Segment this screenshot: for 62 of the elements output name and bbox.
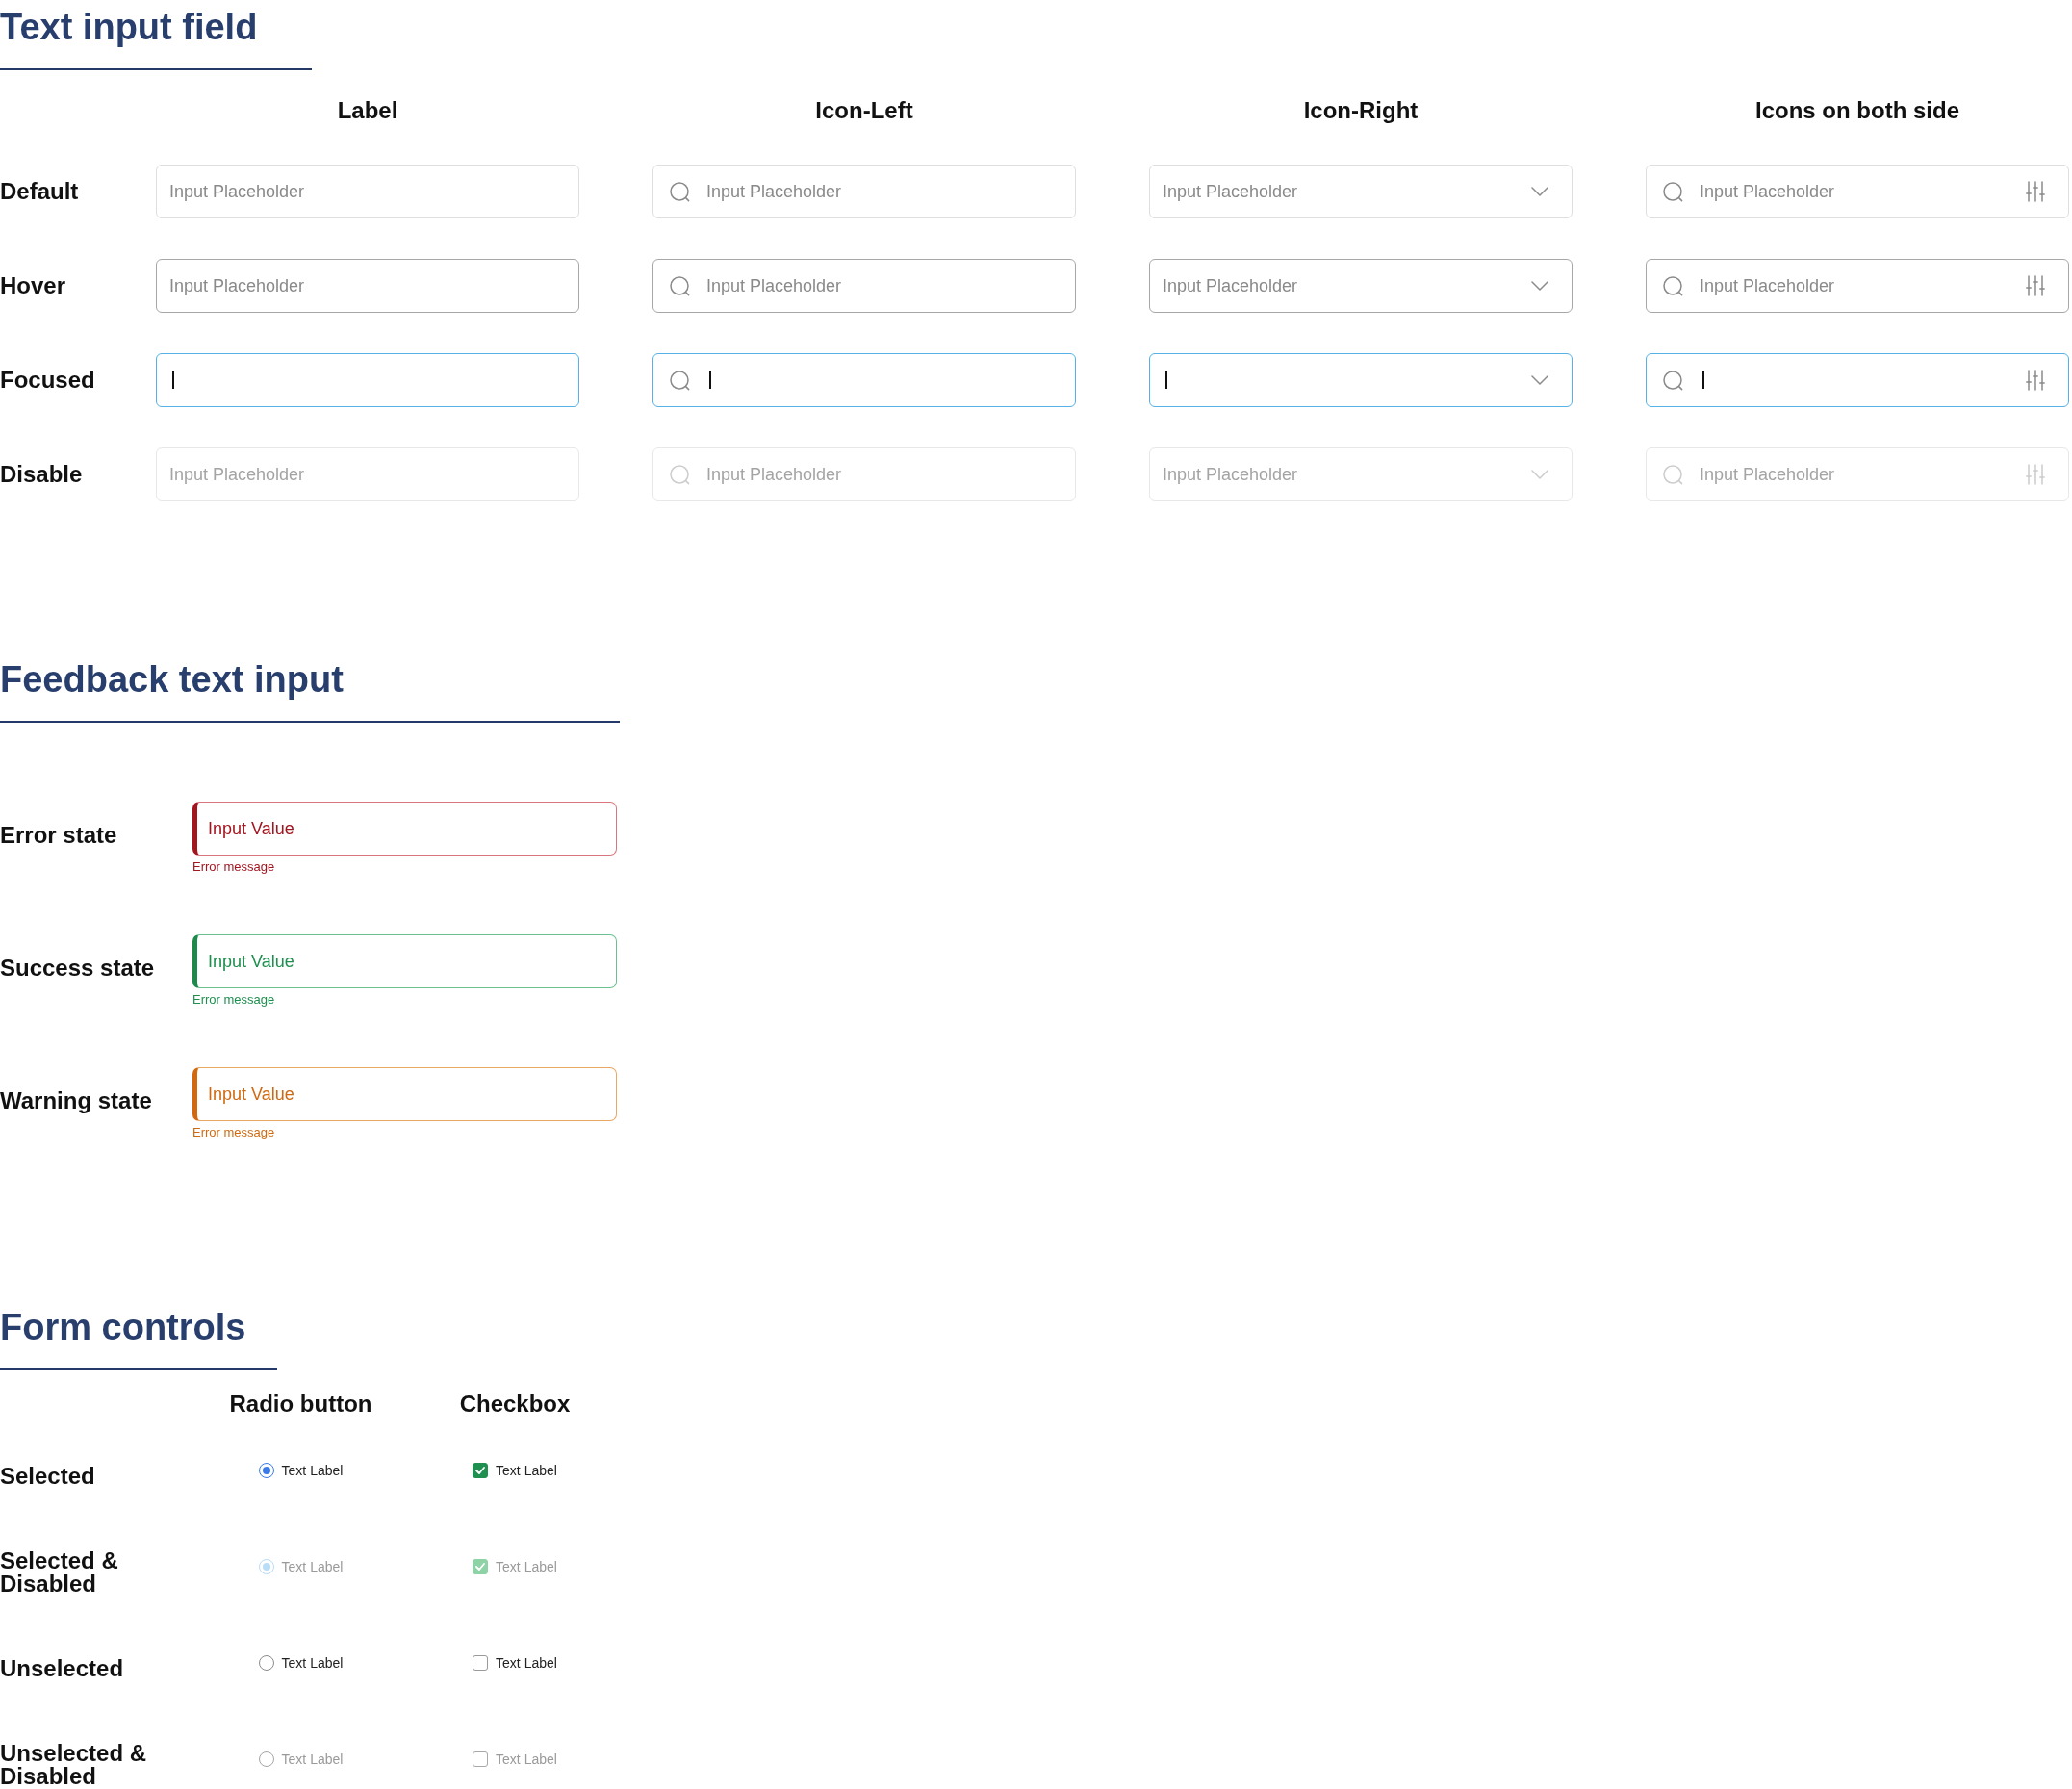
column-header: Label: [337, 96, 398, 125]
chevron-down-icon: [1531, 375, 1548, 385]
column-header: Icons on both side: [1755, 96, 1959, 125]
text-cursor: [709, 371, 711, 389]
dropdown-field[interactable]: Input Placeholder: [1149, 259, 1573, 313]
row-label: Focused: [0, 367, 95, 393]
row-label: Hover: [0, 272, 66, 298]
validation-message: Error message: [192, 992, 275, 1008]
section-title: Text input field: [0, 6, 258, 49]
input-field[interactable]: Input Placeholder: [156, 259, 579, 313]
column-header: Icon-Right: [1303, 96, 1419, 125]
row-label: Warning state: [0, 1087, 152, 1114]
text-cursor: [1165, 371, 1167, 389]
search-icon: [1663, 181, 1683, 202]
validation-message: Error message: [192, 1125, 275, 1140]
column-header: Checkbox: [459, 1390, 571, 1418]
checkbox-option[interactable]: Text Label: [473, 1654, 557, 1672]
row-label: Unselected: [0, 1657, 124, 1680]
search-icon: [1663, 464, 1683, 485]
search-icon: [670, 181, 690, 202]
section-title: Feedback text input: [0, 658, 344, 702]
sliders-icon: [2026, 464, 2045, 485]
dropdown-field[interactable]: Input Placeholder: [1149, 165, 1573, 218]
input-field[interactable]: Input Value: [192, 1067, 617, 1121]
search-field[interactable]: [652, 353, 1076, 407]
search-icon: [1663, 370, 1683, 391]
row-label: Disable: [0, 461, 83, 487]
row-label: Selected & Disabled: [0, 1549, 119, 1596]
input-field[interactable]: Input Placeholder: [156, 165, 579, 218]
dropdown-field[interactable]: [1149, 353, 1573, 407]
column-header: Icon-Left: [815, 96, 913, 125]
search-icon: [1663, 275, 1683, 296]
search-icon: [670, 464, 690, 485]
input-field[interactable]: Input Value: [192, 802, 617, 856]
radio-option[interactable]: Text Label: [258, 1654, 344, 1672]
section-title: Form controls: [0, 1306, 246, 1349]
search-field[interactable]: Input Placeholder: [1646, 259, 2069, 313]
text-cursor: [172, 371, 174, 389]
row-label: Unselected & Disabled: [0, 1742, 148, 1788]
radio-option[interactable]: Text Label: [258, 1462, 344, 1479]
input-field[interactable]: [156, 353, 579, 407]
sliders-icon: [2026, 275, 2045, 296]
sliders-icon: [2026, 370, 2045, 391]
row-label: Error state: [0, 822, 117, 849]
chevron-down-icon: [1531, 470, 1548, 479]
search-field[interactable]: Input Placeholder: [652, 165, 1076, 218]
validation-message: Error message: [192, 859, 275, 875]
text-cursor: [1702, 371, 1704, 389]
row-label: Success state: [0, 955, 155, 982]
search-field[interactable]: Input Placeholder: [652, 259, 1076, 313]
chevron-down-icon: [1531, 187, 1548, 196]
search-icon: [670, 275, 690, 296]
checkbox-option[interactable]: Text Label: [473, 1462, 557, 1479]
column-header: Radio button: [229, 1390, 372, 1418]
sliders-icon: [2026, 181, 2045, 202]
chevron-down-icon: [1531, 281, 1548, 291]
input-field[interactable]: Input Value: [192, 934, 617, 988]
search-icon: [670, 370, 690, 391]
row-label: Selected: [0, 1465, 95, 1488]
search-field[interactable]: [1646, 353, 2069, 407]
search-field[interactable]: Input Placeholder: [1646, 165, 2069, 218]
row-label: Default: [0, 178, 79, 204]
